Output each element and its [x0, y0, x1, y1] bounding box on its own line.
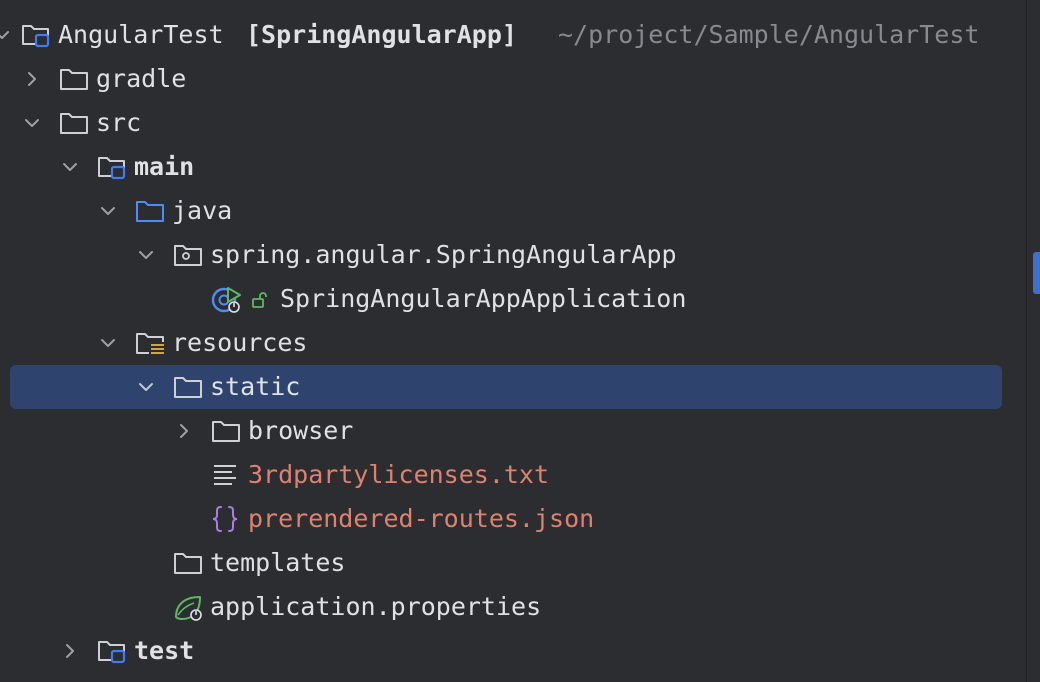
- spring-boot-app-icon: [211, 287, 241, 313]
- resources-root-folder-icon: [136, 333, 165, 356]
- package-icon: [174, 245, 202, 266]
- tree-row-gradle[interactable]: gradle: [0, 57, 1026, 101]
- chevron-right-icon[interactable]: [60, 641, 80, 661]
- public-access-icon: [252, 292, 267, 308]
- chevron-down-icon[interactable]: [136, 245, 156, 265]
- tree-label-properties: application.properties: [210, 592, 542, 621]
- tree-row-java[interactable]: java: [0, 189, 1026, 233]
- tree-row-main[interactable]: main: [0, 145, 1026, 189]
- tree-label-test: test: [134, 636, 195, 665]
- scrollbar-thumb[interactable]: [1033, 252, 1040, 294]
- module-folder-icon: [22, 25, 50, 48]
- chevron-down-icon[interactable]: [98, 201, 118, 221]
- folder-icon: [174, 553, 202, 574]
- tree-label-templates: templates: [210, 548, 346, 577]
- project-name: AngularTest: [58, 20, 224, 49]
- project-tree: AngularTest [SpringAngularApp] ~/project…: [0, 0, 1040, 682]
- tree-label-java: java: [172, 196, 233, 225]
- chevron-right-icon[interactable]: [174, 421, 194, 441]
- tree-row-resources[interactable]: resources: [0, 321, 1026, 365]
- chevron-down-icon[interactable]: [60, 157, 80, 177]
- tree-row-src[interactable]: src: [0, 101, 1026, 145]
- tree-label-app-class: SpringAngularAppApplication: [280, 284, 687, 313]
- folder-icon: [174, 377, 202, 398]
- tree-label-licenses: 3rdpartylicenses.txt: [248, 460, 550, 489]
- tree-label-routes: prerendered-routes.json: [248, 504, 595, 533]
- folder-icon: [212, 421, 240, 442]
- tree-row-routes[interactable]: prerendered-routes.json: [0, 497, 1026, 541]
- tree-row-test[interactable]: test: [0, 629, 1026, 673]
- chevron-down-icon[interactable]: [0, 25, 12, 45]
- project-path: ~/project/Sample/AngularTest: [558, 20, 980, 49]
- chevron-down-icon[interactable]: [98, 333, 118, 353]
- chevron-right-icon[interactable]: [22, 69, 42, 89]
- tree-row-static[interactable]: static: [0, 365, 1026, 409]
- tree-row-package[interactable]: spring.angular.SpringAngularApp: [0, 233, 1026, 277]
- tree-label-static: static: [210, 372, 301, 401]
- tree-label-resources: resources: [172, 328, 308, 357]
- tree-row-templates[interactable]: templates: [0, 541, 1026, 585]
- chevron-down-icon[interactable]: [136, 377, 156, 397]
- tree-row-licenses[interactable]: 3rdpartylicenses.txt: [0, 453, 1026, 497]
- test-module-folder-icon: [98, 641, 126, 664]
- tree-label-gradle: gradle: [96, 64, 187, 93]
- folder-icon: [60, 69, 88, 90]
- tree-label-main: main: [134, 152, 195, 181]
- vertical-scrollbar[interactable]: [1026, 0, 1040, 682]
- text-file-icon: [214, 465, 236, 485]
- module-folder-icon: [98, 157, 126, 180]
- tree-row-project-root[interactable]: AngularTest [SpringAngularApp] ~/project…: [0, 13, 1026, 57]
- spring-properties-icon: [175, 596, 202, 621]
- tree-label-browser: browser: [248, 416, 354, 445]
- tree-label-package: spring.angular.SpringAngularApp: [210, 240, 677, 269]
- project-module: [SpringAngularApp]: [246, 20, 517, 49]
- tree-row-app-class[interactable]: SpringAngularAppApplication: [0, 277, 1026, 321]
- tree-row-properties[interactable]: application.properties: [0, 585, 1026, 629]
- tree-label-src: src: [96, 108, 142, 137]
- source-root-folder-icon: [136, 201, 164, 222]
- tree-row-browser[interactable]: browser: [0, 409, 1026, 453]
- chevron-down-icon[interactable]: [22, 113, 42, 133]
- folder-icon: [60, 113, 88, 134]
- json-file-icon: [212, 506, 238, 532]
